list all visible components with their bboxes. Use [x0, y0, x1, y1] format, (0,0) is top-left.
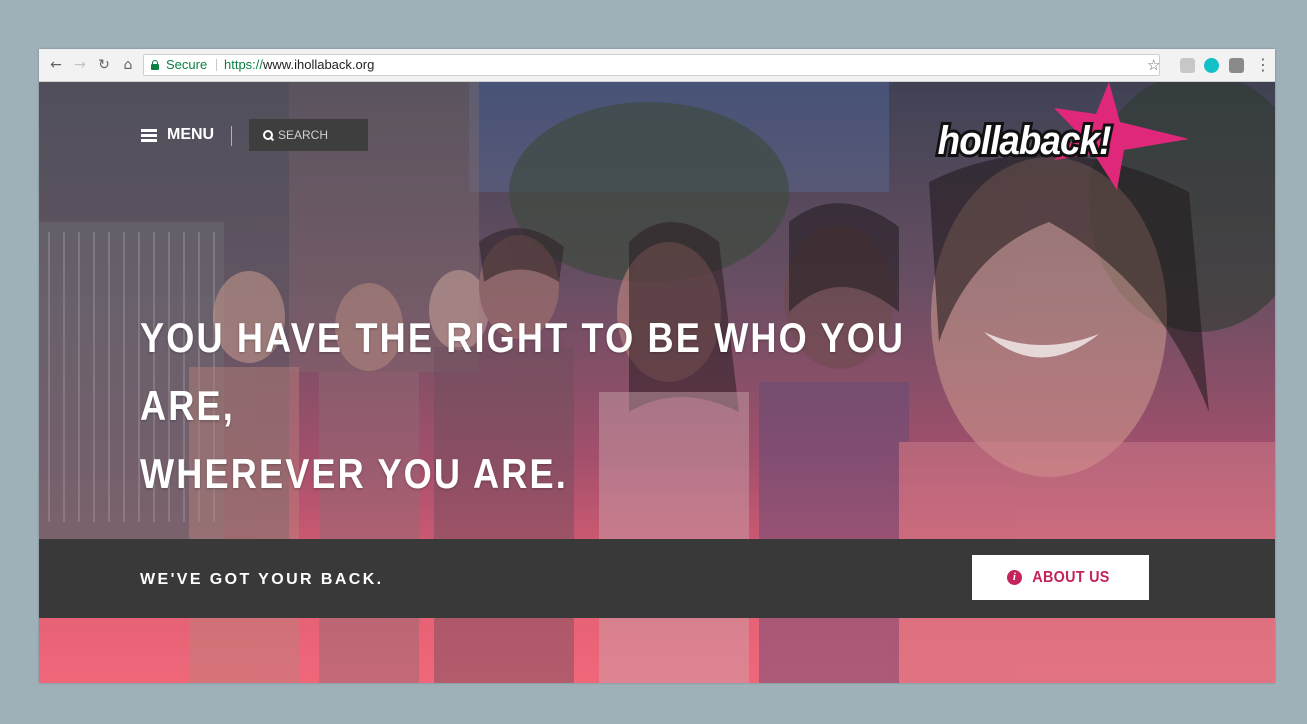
browser-window: ← → ↻ ⌂ Secure https://www.ihollaback.or…	[39, 49, 1275, 683]
tagline-band: WE'VE GOT YOUR BACK. i ABOUT US	[39, 539, 1275, 618]
hero-section: MENU hollaback! YOU HAVE THE RIGHT TO BE…	[39, 82, 1275, 683]
url-text[interactable]: https://www.ihollaback.org	[224, 55, 374, 75]
info-icon: i	[1007, 570, 1023, 585]
tagline-text: WE'VE GOT YOUR BACK.	[140, 571, 384, 588]
hero-headline-line1: YOU HAVE THE RIGHT TO BE WHO YOU ARE,	[140, 314, 906, 429]
forward-icon[interactable]: →	[71, 56, 89, 74]
hero-headline-line2: WHEREVER YOU ARE.	[140, 450, 568, 497]
back-icon[interactable]: ←	[47, 56, 65, 74]
address-bar[interactable]: Secure https://www.ihollaback.org	[143, 54, 1160, 76]
hamburger-icon	[141, 129, 157, 142]
extension-icon[interactable]	[1229, 58, 1244, 73]
about-us-button[interactable]: i ABOUT US	[972, 555, 1149, 600]
menu-label: MENU	[167, 126, 215, 143]
bookmark-star-icon[interactable]: ☆	[1147, 55, 1160, 75]
extension-icon[interactable]	[1204, 58, 1219, 73]
search-box[interactable]	[249, 119, 368, 151]
hero-headline: YOU HAVE THE RIGHT TO BE WHO YOU ARE, WH…	[140, 304, 914, 508]
url-scheme: https://	[224, 57, 264, 72]
logo-text: hollaback!	[938, 119, 1112, 164]
address-separator	[216, 59, 217, 71]
menu-divider	[231, 126, 232, 146]
hollaback-logo[interactable]: hollaback!	[934, 82, 1194, 192]
reload-icon[interactable]: ↻	[95, 56, 113, 74]
lock-icon	[151, 60, 159, 70]
secure-label: Secure	[166, 57, 208, 72]
url-host: www.ihollaback.org	[263, 57, 375, 72]
search-input[interactable]	[278, 128, 358, 142]
browser-toolbar: ← → ↻ ⌂ Secure https://www.ihollaback.or…	[39, 49, 1275, 82]
menu-button[interactable]: MENU	[141, 127, 214, 143]
about-us-label: ABOUT US	[1032, 568, 1110, 586]
home-icon[interactable]: ⌂	[119, 56, 137, 74]
search-icon	[263, 129, 274, 141]
menu-kebab-icon[interactable]: ⋮	[1255, 55, 1271, 75]
extension-icon[interactable]	[1180, 58, 1195, 73]
